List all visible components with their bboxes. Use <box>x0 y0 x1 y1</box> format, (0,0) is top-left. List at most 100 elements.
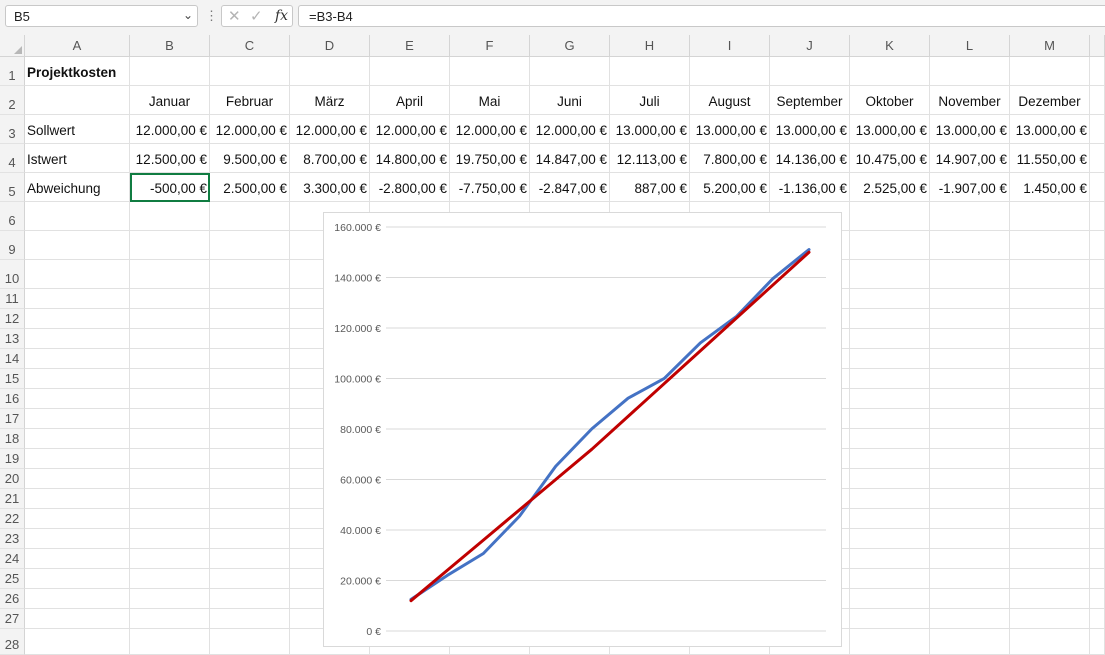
cell[interactable] <box>1090 144 1105 173</box>
cell[interactable] <box>1090 409 1105 429</box>
cell[interactable] <box>1090 309 1105 329</box>
value-cell[interactable]: 12.000,00 € <box>290 115 370 144</box>
cell[interactable] <box>1010 469 1090 489</box>
row-header-16[interactable]: 16 <box>0 389 25 409</box>
cell[interactable] <box>210 231 290 260</box>
row-header-23[interactable]: 23 <box>0 529 25 549</box>
cell[interactable] <box>850 202 930 231</box>
row-header-14[interactable]: 14 <box>0 349 25 369</box>
column-header-d[interactable]: D <box>290 35 370 57</box>
cell[interactable] <box>850 349 930 369</box>
cell[interactable] <box>1090 529 1105 549</box>
cell[interactable] <box>25 449 130 469</box>
cell[interactable] <box>850 569 930 589</box>
cell[interactable] <box>1010 449 1090 469</box>
cell[interactable] <box>130 569 210 589</box>
cell[interactable] <box>1090 369 1105 389</box>
cell[interactable] <box>210 609 290 629</box>
value-cell[interactable]: 3.300,00 € <box>290 173 370 202</box>
cell[interactable] <box>850 329 930 349</box>
cell[interactable] <box>1090 569 1105 589</box>
column-header-g[interactable]: G <box>530 35 610 57</box>
cell[interactable] <box>1010 569 1090 589</box>
cell[interactable] <box>25 589 130 609</box>
cell[interactable] <box>210 589 290 609</box>
cell[interactable] <box>130 289 210 309</box>
cell[interactable] <box>1090 115 1105 144</box>
cell[interactable] <box>850 260 930 289</box>
cell[interactable] <box>210 57 290 86</box>
cell[interactable] <box>25 260 130 289</box>
cell[interactable] <box>130 449 210 469</box>
cell[interactable] <box>25 349 130 369</box>
cell[interactable] <box>1090 202 1105 231</box>
cell[interactable] <box>850 429 930 449</box>
row-header-22[interactable]: 22 <box>0 509 25 529</box>
cell[interactable] <box>210 389 290 409</box>
cell[interactable] <box>1090 289 1105 309</box>
value-cell[interactable]: 12.000,00 € <box>370 115 450 144</box>
cell[interactable] <box>1090 173 1105 202</box>
cell[interactable] <box>130 609 210 629</box>
cell[interactable] <box>1010 629 1090 655</box>
cell[interactable] <box>25 309 130 329</box>
cell[interactable] <box>1090 57 1105 86</box>
cell[interactable] <box>210 549 290 569</box>
value-cell[interactable]: -2.800,00 € <box>370 173 450 202</box>
row-header-6[interactable]: 6 <box>0 202 25 231</box>
line-chart[interactable]: 160.000 € 140.000 € 120.000 € 100.000 € 80.0… <box>323 212 842 647</box>
value-cell[interactable]: 13.000,00 € <box>610 115 690 144</box>
cell[interactable] <box>930 589 1010 609</box>
value-cell[interactable]: 8.700,00 € <box>290 144 370 173</box>
value-cell[interactable]: 14.800,00 € <box>370 144 450 173</box>
cell[interactable] <box>25 202 130 231</box>
value-cell[interactable]: 13.000,00 € <box>690 115 770 144</box>
value-cell[interactable]: 887,00 € <box>610 173 690 202</box>
cell[interactable] <box>1010 389 1090 409</box>
value-cell[interactable]: 12.000,00 € <box>530 115 610 144</box>
cell[interactable] <box>1090 389 1105 409</box>
value-cell[interactable]: 11.550,00 € <box>1010 144 1090 173</box>
column-header-j[interactable]: J <box>770 35 850 57</box>
row-header-21[interactable]: 21 <box>0 489 25 509</box>
cell[interactable] <box>530 57 610 86</box>
cell[interactable] <box>1090 329 1105 349</box>
cell[interactable] <box>850 449 930 469</box>
value-cell[interactable]: 2.525,00 € <box>850 173 930 202</box>
cell[interactable] <box>210 509 290 529</box>
cell[interactable] <box>25 289 130 309</box>
row-header-11[interactable]: 11 <box>0 289 25 309</box>
cell[interactable] <box>1090 429 1105 449</box>
row-header-25[interactable]: 25 <box>0 569 25 589</box>
column-header-c[interactable]: C <box>210 35 290 57</box>
value-cell[interactable]: -1.907,00 € <box>930 173 1010 202</box>
cell[interactable] <box>1010 289 1090 309</box>
row-header-26[interactable]: 26 <box>0 589 25 609</box>
value-cell[interactable]: 12.000,00 € <box>210 115 290 144</box>
cell[interactable] <box>930 409 1010 429</box>
value-cell[interactable]: 13.000,00 € <box>770 115 850 144</box>
row-header-9[interactable]: 9 <box>0 231 25 260</box>
value-cell[interactable]: 1.450,00 € <box>1010 173 1090 202</box>
month-header[interactable]: Mai <box>450 86 530 115</box>
cell[interactable] <box>450 57 530 86</box>
value-cell[interactable]: -1.136,00 € <box>770 173 850 202</box>
value-cell[interactable]: 14.136,00 € <box>770 144 850 173</box>
column-header-b[interactable]: B <box>130 35 210 57</box>
value-cell[interactable]: 10.475,00 € <box>850 144 930 173</box>
value-cell[interactable]: 12.113,00 € <box>610 144 690 173</box>
cell[interactable] <box>25 389 130 409</box>
cell[interactable] <box>25 629 130 655</box>
cell[interactable] <box>850 589 930 609</box>
cell[interactable] <box>850 549 930 569</box>
cell[interactable] <box>1010 589 1090 609</box>
cell[interactable] <box>1010 549 1090 569</box>
cell[interactable] <box>850 309 930 329</box>
value-cell[interactable]: 2.500,00 € <box>210 173 290 202</box>
cell[interactable] <box>210 289 290 309</box>
cell[interactable] <box>1090 509 1105 529</box>
cell[interactable] <box>1010 260 1090 289</box>
cell[interactable] <box>610 57 690 86</box>
month-header[interactable]: März <box>290 86 370 115</box>
month-header[interactable]: Juli <box>610 86 690 115</box>
